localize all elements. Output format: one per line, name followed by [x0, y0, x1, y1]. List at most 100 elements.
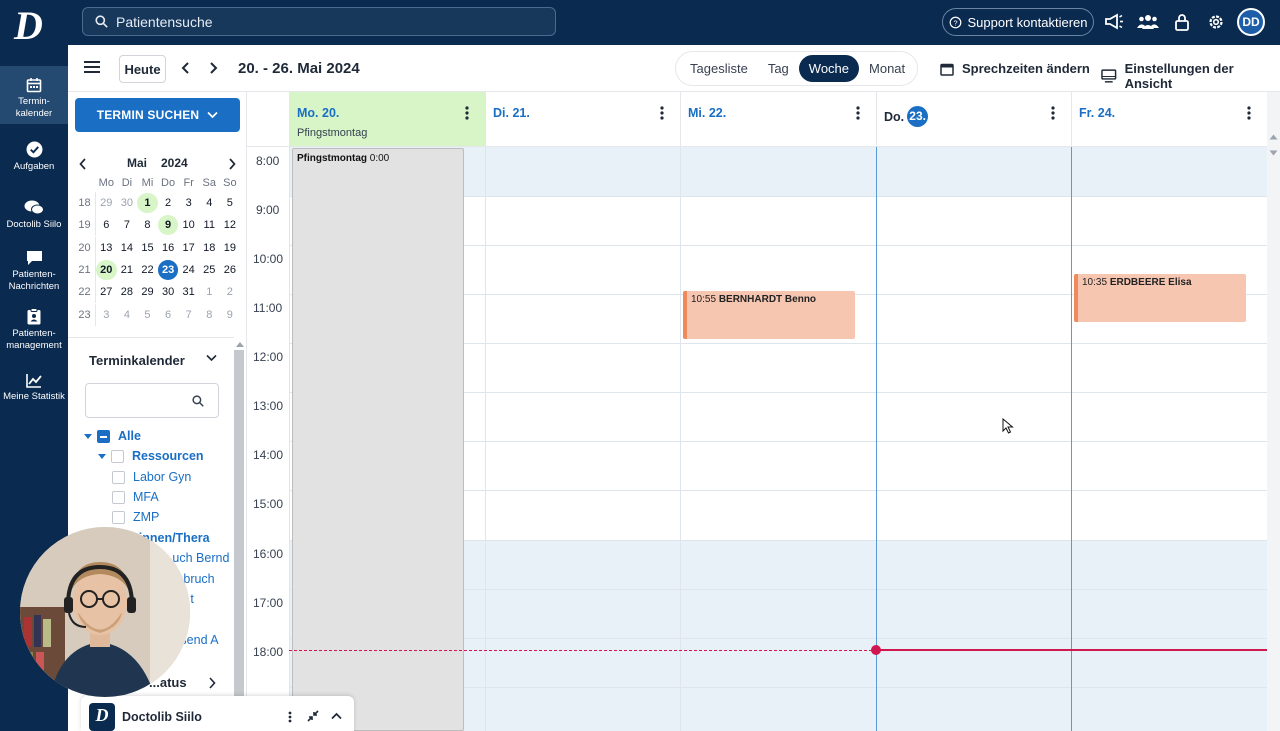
tree-item-resources[interactable]: Ressourcen — [98, 449, 204, 463]
mini-prev-month-icon[interactable] — [79, 158, 87, 170]
mini-day[interactable]: 8 — [199, 305, 220, 325]
mini-day[interactable]: 8 — [137, 215, 158, 235]
nav-item-patient-management[interactable]: Patienten- management — [0, 308, 68, 352]
appointment[interactable]: 10:55 BERNHARDT Benno — [683, 291, 855, 339]
mini-day[interactable]: 9 — [220, 305, 241, 325]
megaphone-icon[interactable] — [1103, 11, 1125, 33]
view-tab-week[interactable]: Woche — [798, 55, 860, 82]
mini-day[interactable]: 2 — [220, 282, 241, 302]
more-vertical-icon[interactable] — [465, 106, 469, 120]
scroll-down-arrow-icon[interactable] — [1269, 150, 1278, 156]
view-tab-daylist[interactable]: Tagesliste — [680, 55, 758, 82]
mini-day[interactable]: 11 — [199, 215, 220, 235]
mini-day-holiday[interactable]: 1 — [137, 193, 158, 214]
checkbox[interactable] — [112, 510, 125, 524]
nav-item-calendar[interactable]: Termin- kalender — [0, 66, 68, 124]
mini-day[interactable]: 28 — [117, 282, 138, 302]
day-header-wednesday[interactable]: Mi. 22. — [680, 92, 876, 147]
find-appointment-button[interactable]: TERMIN SUCHEN — [75, 98, 240, 132]
mini-day[interactable]: 14 — [117, 238, 138, 258]
mini-day-today[interactable]: 23 — [157, 260, 179, 281]
mini-day[interactable]: 30 — [158, 282, 179, 302]
mini-day[interactable]: 6 — [158, 305, 179, 325]
week-number[interactable]: 21 — [74, 259, 96, 282]
team-icon[interactable] — [1137, 11, 1159, 33]
mini-day[interactable]: 4 — [117, 305, 138, 325]
mini-day-holiday[interactable]: 9 — [157, 215, 179, 236]
week-number[interactable]: 20 — [74, 236, 96, 259]
mini-day[interactable]: 7 — [178, 305, 199, 325]
caret-down-icon[interactable] — [98, 453, 106, 459]
day-header-thursday[interactable]: Do. 23. — [876, 92, 1071, 147]
nav-item-siilo[interactable]: Doctolib Siilo — [0, 199, 68, 231]
support-button[interactable]: ? Support kontaktieren — [942, 8, 1094, 36]
today-button[interactable]: Heute — [119, 55, 166, 83]
patient-search-input[interactable]: Patientensuche — [82, 7, 556, 36]
checkbox[interactable] — [112, 470, 125, 484]
week-number[interactable]: 19 — [74, 214, 96, 237]
nav-item-patient-messages[interactable]: Patienten- Nachrichten — [0, 250, 68, 293]
day-header-friday[interactable]: Fr. 24. — [1071, 92, 1267, 147]
tree-item-resource[interactable]: Labor Gyn — [112, 470, 191, 484]
nav-item-statistics[interactable]: Meine Statistik — [0, 373, 68, 403]
mini-day[interactable]: 27 — [96, 282, 117, 302]
mini-day[interactable]: 15 — [137, 238, 158, 258]
mini-day[interactable]: 4 — [199, 193, 220, 213]
checkbox-resources[interactable] — [111, 449, 124, 463]
mini-day[interactable]: 19 — [220, 238, 241, 258]
mini-day[interactable]: 26 — [220, 260, 241, 280]
mini-day-holiday[interactable]: 20 — [96, 260, 117, 281]
side-panel-scrollbar[interactable] — [234, 350, 244, 731]
caret-down-icon[interactable] — [84, 433, 92, 439]
mini-day[interactable]: 10 — [178, 215, 199, 235]
view-tab-month[interactable]: Monat — [859, 55, 915, 82]
calendar-section-title[interactable]: Terminkalender — [89, 353, 185, 368]
calendar-grid[interactable]: Pfingstmontag 0:00 10:55 BERNHARDT Benno… — [289, 147, 1267, 731]
mini-day[interactable]: 2 — [158, 193, 179, 213]
lock-icon[interactable] — [1171, 11, 1193, 33]
mini-day[interactable]: 7 — [117, 215, 138, 235]
menu-icon[interactable] — [84, 60, 100, 77]
chevron-right-icon[interactable] — [208, 677, 216, 689]
mini-day[interactable]: 18 — [199, 238, 220, 258]
checkbox-all[interactable] — [97, 429, 110, 443]
mini-day[interactable]: 6 — [96, 215, 117, 235]
mini-day[interactable]: 30 — [117, 193, 138, 213]
checkbox[interactable] — [112, 490, 125, 504]
collapse-icon[interactable] — [307, 710, 319, 722]
week-number[interactable]: 22 — [74, 281, 96, 304]
scroll-up-arrow[interactable] — [236, 342, 244, 347]
mini-day[interactable]: 3 — [178, 193, 199, 213]
more-vertical-icon[interactable] — [1051, 106, 1055, 120]
calendar-filter-input[interactable] — [85, 383, 219, 418]
mini-day[interactable]: 31 — [178, 282, 199, 302]
scroll-up-arrow-icon[interactable] — [1269, 134, 1278, 140]
mini-day[interactable]: 17 — [178, 238, 199, 258]
calendar-scrollbar[interactable] — [1267, 92, 1280, 731]
tree-item-resource[interactable]: ZMP — [112, 510, 159, 524]
mini-day[interactable]: 21 — [117, 260, 138, 280]
mini-next-month-icon[interactable] — [228, 158, 236, 170]
doctolib-logo[interactable]: D — [14, 6, 54, 46]
previous-week-icon[interactable] — [181, 61, 191, 78]
nav-item-tasks[interactable]: Aufgaben — [0, 141, 68, 173]
tree-item-resource[interactable]: MFA — [112, 490, 159, 504]
holiday-event[interactable]: Pfingstmontag 0:00 — [292, 148, 464, 731]
office-hours-button[interactable]: Sprechzeiten ändern — [940, 61, 1090, 76]
appointment[interactable]: 10:35 ERDBEERE Elisa — [1074, 274, 1246, 322]
chevron-up-icon[interactable] — [331, 712, 342, 720]
mini-day[interactable]: 13 — [96, 238, 117, 258]
mini-day[interactable]: 1 — [199, 282, 220, 302]
user-avatar[interactable]: DD — [1237, 8, 1265, 36]
more-vertical-icon[interactable] — [288, 711, 292, 723]
mini-day[interactable]: 3 — [96, 305, 117, 325]
mini-day[interactable]: 24 — [178, 260, 199, 280]
mini-day[interactable]: 25 — [199, 260, 220, 280]
more-vertical-icon[interactable] — [1247, 106, 1251, 120]
mini-day[interactable]: 16 — [158, 238, 179, 258]
chevron-down-icon[interactable] — [206, 354, 217, 362]
view-tab-day[interactable]: Tag — [758, 55, 799, 82]
mini-day[interactable]: 29 — [137, 282, 158, 302]
mini-day[interactable]: 29 — [96, 193, 117, 213]
mini-day[interactable]: 5 — [137, 305, 158, 325]
